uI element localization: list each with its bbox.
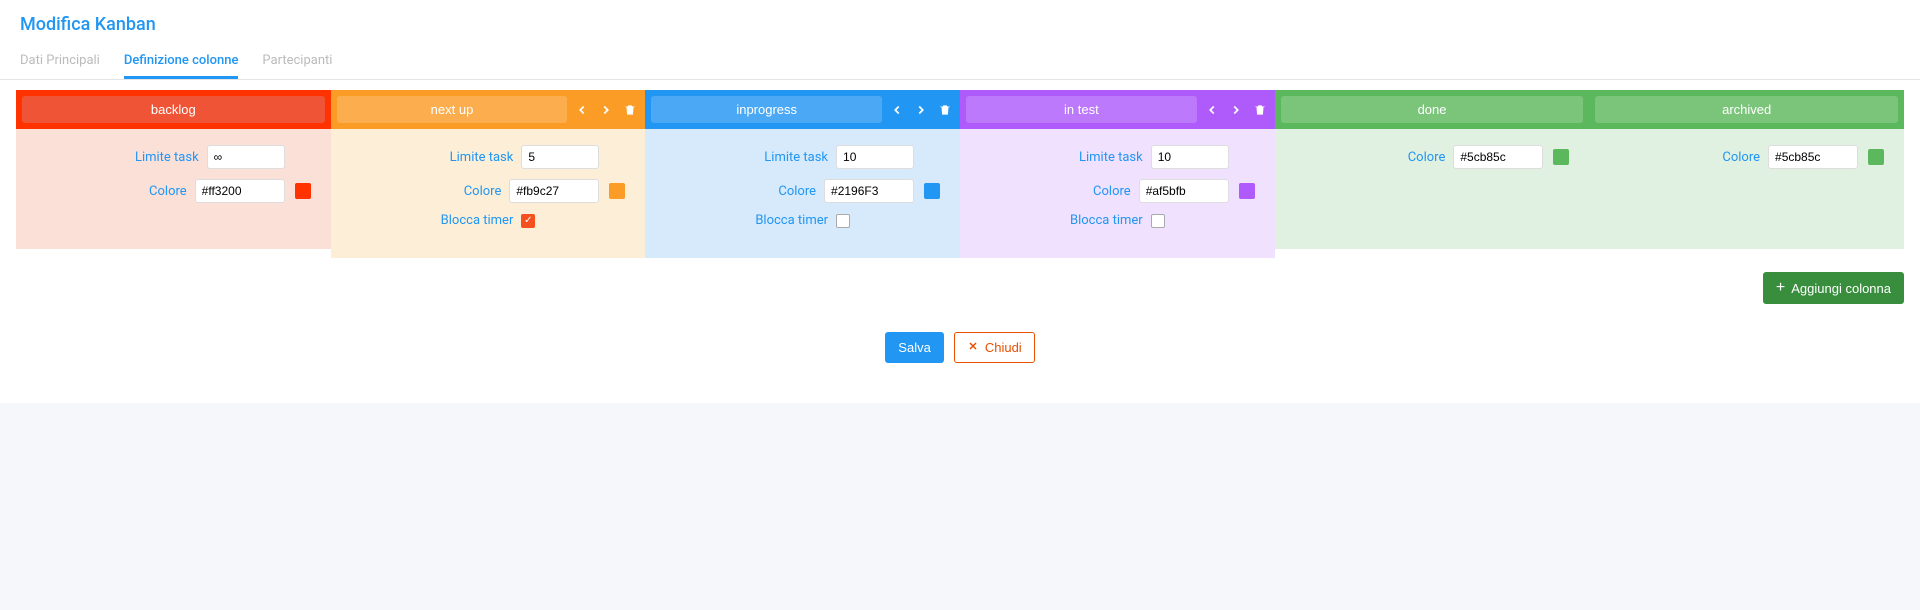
column-body: Limite task Colore Blocca timer xyxy=(960,129,1275,258)
color-swatch[interactable] xyxy=(1868,149,1884,165)
chevron-left-icon[interactable] xyxy=(573,101,591,119)
kanban-column: inprogress Limite task Colore Blocca timer xyxy=(645,90,960,258)
color-label: Colore xyxy=(1722,150,1760,165)
kanban-column: in test Limite task Colore Blocca timer xyxy=(960,90,1275,258)
kanban-column: done Colore xyxy=(1275,90,1590,258)
column-body: Colore xyxy=(1275,129,1590,249)
color-swatch[interactable] xyxy=(924,183,940,199)
close-button[interactable]: Chiudi xyxy=(954,332,1035,363)
color-label: Colore xyxy=(1093,184,1131,199)
block-timer-label: Blocca timer xyxy=(755,213,828,228)
color-field: Colore xyxy=(980,179,1255,203)
tab-2[interactable]: Partecipanti xyxy=(262,45,332,79)
color-label: Colore xyxy=(464,184,502,199)
block-timer-checkbox[interactable] xyxy=(836,214,850,228)
color-swatch[interactable] xyxy=(1553,149,1569,165)
tabs-bar: Dati Principali Definizione colonne Partec… xyxy=(0,45,1920,80)
color-field: Colore xyxy=(36,179,311,203)
footer-actions: Salva Chiudi xyxy=(0,318,1920,403)
limit-input[interactable] xyxy=(836,145,914,169)
block-timer-checkbox[interactable] xyxy=(1151,214,1165,228)
color-field: Colore xyxy=(665,179,940,203)
trash-icon[interactable] xyxy=(621,101,639,119)
block-timer-field: Blocca timer xyxy=(351,213,626,228)
column-title-button[interactable]: done xyxy=(1281,96,1584,123)
limit-field: Limite task xyxy=(980,145,1255,169)
color-field: Colore xyxy=(1295,145,1570,169)
limit-label: Limite task xyxy=(135,150,199,165)
chevron-left-icon[interactable] xyxy=(1203,101,1221,119)
kanban-edit-panel: Modifica Kanban Dati Principali Definizio… xyxy=(0,0,1920,403)
color-input[interactable] xyxy=(195,179,285,203)
column-body: Limite task Colore Blocca timer xyxy=(331,129,646,258)
limit-input[interactable] xyxy=(1151,145,1229,169)
column-body: Limite task Colore Blocca timer xyxy=(645,129,960,258)
save-button[interactable]: Salva xyxy=(885,332,944,363)
color-input[interactable] xyxy=(1768,145,1858,169)
color-swatch[interactable] xyxy=(295,183,311,199)
close-label: Chiudi xyxy=(985,340,1022,355)
limit-field: Limite task xyxy=(665,145,940,169)
column-title-button[interactable]: backlog xyxy=(22,96,325,123)
page-title: Modifica Kanban xyxy=(0,0,1920,45)
color-field: Colore xyxy=(351,179,626,203)
color-field: Colore xyxy=(1609,145,1884,169)
kanban-column: backlog Limite task Colore xyxy=(16,90,331,258)
color-label: Colore xyxy=(149,184,187,199)
column-title-button[interactable]: in test xyxy=(966,96,1197,123)
plus-icon xyxy=(1776,280,1785,296)
limit-input[interactable] xyxy=(207,145,285,169)
block-timer-label: Blocca timer xyxy=(441,213,514,228)
add-column-label: Aggiungi colonna xyxy=(1791,281,1891,296)
block-timer-checkbox[interactable] xyxy=(521,214,535,228)
color-label: Colore xyxy=(778,184,816,199)
trash-icon[interactable] xyxy=(936,101,954,119)
chevron-right-icon[interactable] xyxy=(597,101,615,119)
chevron-left-icon[interactable] xyxy=(888,101,906,119)
block-timer-field: Blocca timer xyxy=(980,213,1255,228)
column-header: in test xyxy=(960,90,1275,129)
kanban-column: archived Colore xyxy=(1589,90,1904,258)
block-timer-label: Blocca timer xyxy=(1070,213,1143,228)
column-header: inprogress xyxy=(645,90,960,129)
add-column-button[interactable]: Aggiungi colonna xyxy=(1763,272,1904,304)
limit-input[interactable] xyxy=(521,145,599,169)
block-timer-field: Blocca timer xyxy=(665,213,940,228)
column-title-button[interactable]: archived xyxy=(1595,96,1898,123)
save-label: Salva xyxy=(898,340,931,355)
chevron-right-icon[interactable] xyxy=(1227,101,1245,119)
limit-field: Limite task xyxy=(36,145,311,169)
column-title-button[interactable]: next up xyxy=(337,96,568,123)
chevron-right-icon[interactable] xyxy=(912,101,930,119)
color-input[interactable] xyxy=(509,179,599,203)
column-body: Limite task Colore xyxy=(16,129,331,249)
tab-0[interactable]: Dati Principali xyxy=(20,45,100,79)
close-icon xyxy=(967,340,979,355)
column-header: next up xyxy=(331,90,646,129)
limit-label: Limite task xyxy=(450,150,514,165)
color-input[interactable] xyxy=(824,179,914,203)
column-header: done xyxy=(1275,90,1590,129)
tab-1[interactable]: Definizione colonne xyxy=(124,45,239,79)
trash-icon[interactable] xyxy=(1251,101,1269,119)
actions-bar: Aggiungi colonna xyxy=(0,258,1920,318)
limit-label: Limite task xyxy=(1079,150,1143,165)
color-input[interactable] xyxy=(1453,145,1543,169)
color-label: Colore xyxy=(1408,150,1446,165)
column-header: backlog xyxy=(16,90,331,129)
limit-field: Limite task xyxy=(351,145,626,169)
columns-container: backlogLimite taskColorenext upLimite ta… xyxy=(0,80,1920,258)
color-swatch[interactable] xyxy=(1239,183,1255,199)
column-title-button[interactable]: inprogress xyxy=(651,96,882,123)
limit-label: Limite task xyxy=(764,150,828,165)
color-swatch[interactable] xyxy=(609,183,625,199)
column-header: archived xyxy=(1589,90,1904,129)
color-input[interactable] xyxy=(1139,179,1229,203)
kanban-column: next up Limite task Colore Blocca timer xyxy=(331,90,646,258)
column-body: Colore xyxy=(1589,129,1904,249)
